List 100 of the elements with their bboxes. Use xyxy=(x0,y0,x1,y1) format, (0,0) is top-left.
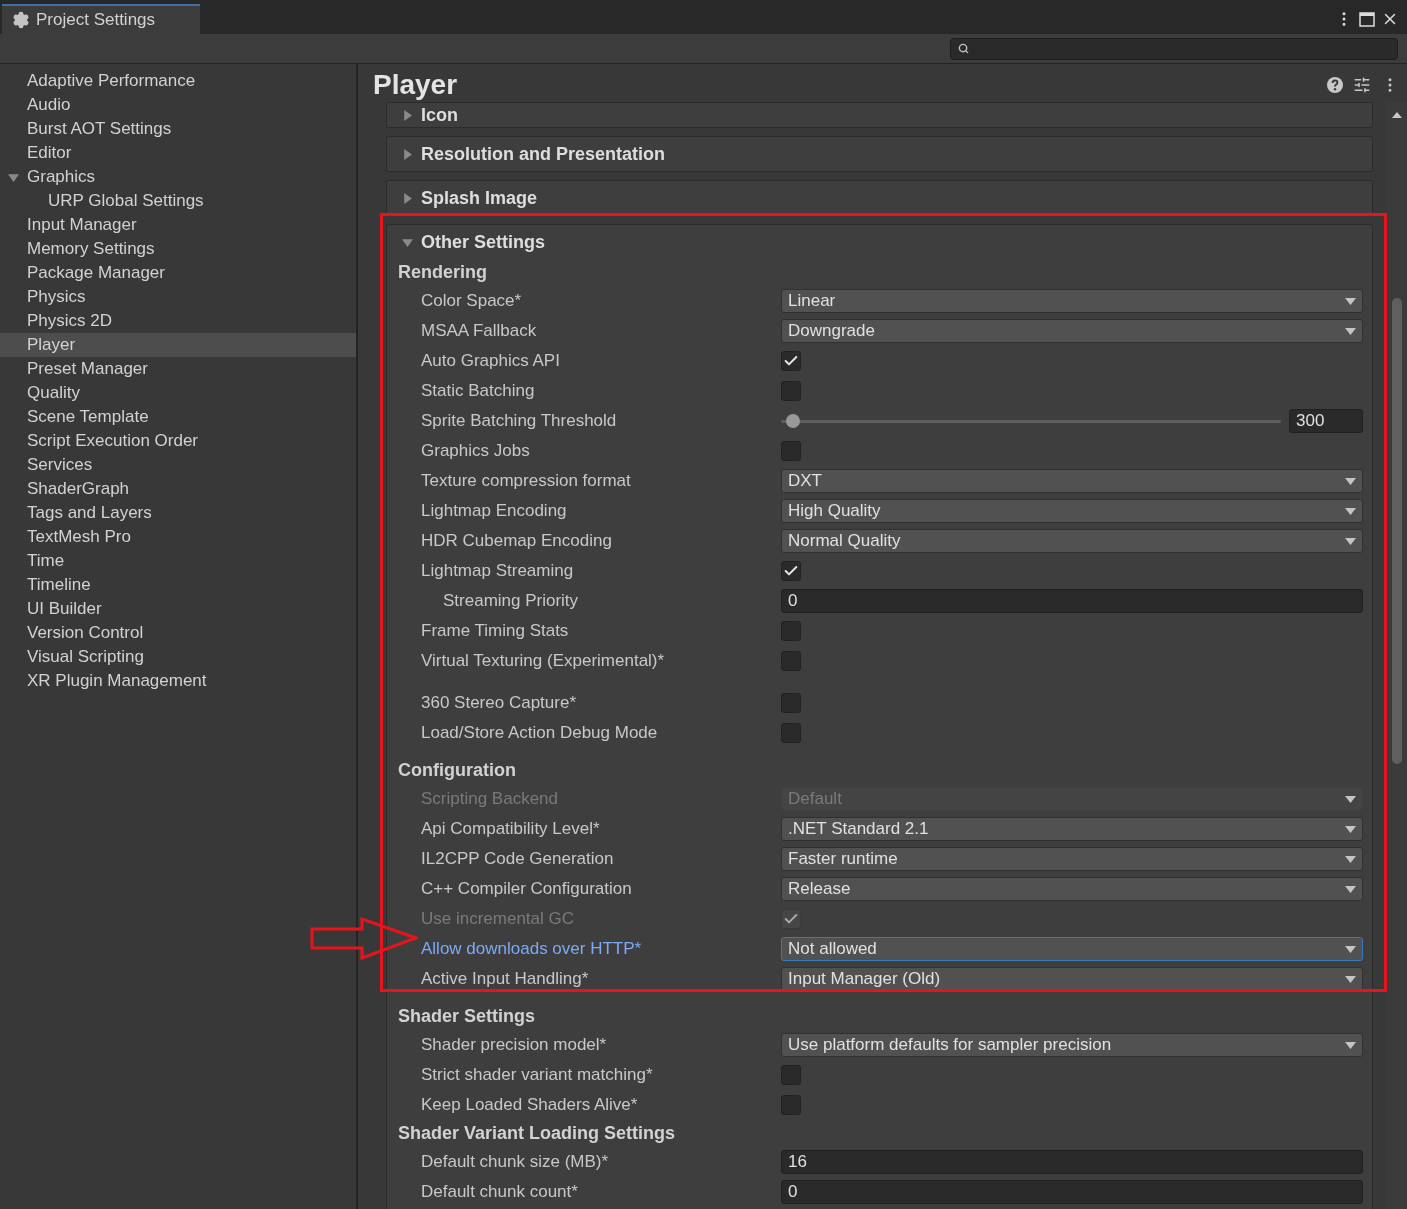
scrollbar-thumb[interactable] xyxy=(1392,298,1402,764)
sidebar-item[interactable]: Player xyxy=(0,333,356,357)
sidebar-item[interactable]: Time xyxy=(0,549,356,573)
caret-icon xyxy=(1345,795,1356,803)
expanded-arrow-icon[interactable] xyxy=(402,236,413,248)
collapsed-arrow-icon[interactable] xyxy=(402,109,413,121)
foldout-title[interactable]: Icon xyxy=(421,102,458,129)
collapsed-arrow-icon[interactable] xyxy=(402,192,413,204)
foldout-title[interactable]: Splash Image xyxy=(421,184,538,212)
caret-icon xyxy=(1345,477,1356,485)
dropdown[interactable]: Not allowed xyxy=(781,937,1363,961)
checkbox[interactable] xyxy=(781,441,801,461)
sidebar-item[interactable]: Adaptive Performance xyxy=(0,69,356,93)
dropdown[interactable]: .NET Standard 2.1 xyxy=(781,817,1363,841)
sidebar-item[interactable]: Graphics xyxy=(0,165,356,189)
sidebar-item[interactable]: TextMesh Pro xyxy=(0,525,356,549)
setting-label: Lightmap Encoding xyxy=(421,501,567,521)
sidebar-item[interactable]: Tags and Layers xyxy=(0,501,356,525)
dropdown[interactable]: Use platform defaults for sampler precision xyxy=(781,1033,1363,1057)
dropdown[interactable]: Downgrade xyxy=(781,319,1363,343)
dropdown[interactable]: Release xyxy=(781,877,1363,901)
sidebar-item[interactable]: Physics xyxy=(0,285,356,309)
setting-label: IL2CPP Code Generation xyxy=(421,849,614,869)
setting-label: HDR Cubemap Encoding xyxy=(421,531,612,551)
setting-label: Load/Store Action Debug Mode xyxy=(421,723,658,743)
dropdown[interactable]: Input Manager (Old) xyxy=(781,967,1363,991)
dropdown[interactable]: High Quality xyxy=(781,499,1363,523)
number-field[interactable]: 0 xyxy=(781,1180,1363,1204)
panel-title: Player xyxy=(373,68,458,102)
caret-icon xyxy=(1345,885,1356,893)
setting-label: Active Input Handling* xyxy=(421,969,589,989)
sidebar-item[interactable]: Scene Template xyxy=(0,405,356,429)
search-field[interactable] xyxy=(950,37,1398,60)
checkbox[interactable] xyxy=(781,693,801,713)
checkbox[interactable] xyxy=(781,381,801,401)
setting-label: Shader precision model* xyxy=(421,1035,607,1055)
checkbox[interactable] xyxy=(781,1065,801,1085)
checkbox[interactable] xyxy=(781,1095,801,1115)
checkbox[interactable] xyxy=(781,723,801,743)
setting-label: Strict shader variant matching* xyxy=(421,1065,653,1085)
collapsed-arrow-icon[interactable] xyxy=(402,148,413,160)
dropdown[interactable]: DXT xyxy=(781,469,1363,493)
dropdown[interactable]: Faster runtime xyxy=(781,847,1363,871)
foldout-title[interactable]: Other Settings xyxy=(421,228,545,256)
settings-icon xyxy=(12,11,30,29)
setting-label: Allow downloads over HTTP* xyxy=(421,939,642,959)
setting-label: Default chunk size (MB)* xyxy=(421,1152,609,1172)
sidebar-item[interactable]: Package Manager xyxy=(0,261,356,285)
expanded-arrow-icon[interactable] xyxy=(8,171,19,183)
setting-label: Scripting Backend xyxy=(421,789,559,809)
sidebar-item[interactable]: Physics 2D xyxy=(0,309,356,333)
setting-label: Graphics Jobs xyxy=(421,441,530,461)
dropdown[interactable]: Linear xyxy=(781,289,1363,313)
setting-label: Texture compression format xyxy=(421,471,631,491)
sidebar-item[interactable]: Editor xyxy=(0,141,356,165)
sidebar-item[interactable]: Script Execution Order xyxy=(0,429,356,453)
setting-label: Use incremental GC xyxy=(421,909,575,929)
sidebar-item[interactable]: UI Builder xyxy=(0,597,356,621)
sidebar-item[interactable]: ShaderGraph xyxy=(0,477,356,501)
sidebar-item[interactable]: Visual Scripting xyxy=(0,645,356,669)
checkbox[interactable] xyxy=(781,621,801,641)
checkbox[interactable] xyxy=(781,561,801,581)
group-header: Shader Settings xyxy=(398,1005,536,1028)
setting-label: Sprite Batching Threshold xyxy=(421,411,617,431)
slider[interactable] xyxy=(781,414,1281,428)
help-icon[interactable] xyxy=(1327,77,1343,93)
foldout-title[interactable]: Resolution and Presentation xyxy=(421,140,666,168)
sidebar-item[interactable]: URP Global Settings xyxy=(0,189,356,213)
caret-icon xyxy=(1345,1041,1356,1049)
sidebar-item[interactable]: Timeline xyxy=(0,573,356,597)
number-field[interactable]: 0 xyxy=(781,589,1363,613)
sidebar-item[interactable]: Quality xyxy=(0,381,356,405)
checkbox[interactable] xyxy=(781,351,801,371)
sidebar-item[interactable]: Preset Manager xyxy=(0,357,356,381)
window-tab[interactable]: Project Settings xyxy=(2,4,200,34)
sidebar-item[interactable]: Version Control xyxy=(0,621,356,645)
setting-label: Lightmap Streaming xyxy=(421,561,574,581)
caret-icon xyxy=(1345,825,1356,833)
sliders-icon[interactable] xyxy=(1353,76,1371,94)
setting-label: Keep Loaded Shaders Alive* xyxy=(421,1095,638,1115)
sidebar-item[interactable]: Memory Settings xyxy=(0,237,356,261)
setting-label: Static Batching xyxy=(421,381,535,401)
setting-label: 360 Stereo Capture* xyxy=(421,693,576,713)
sidebar-item[interactable]: Audio xyxy=(0,93,356,117)
sidebar-item[interactable]: XR Plugin Management xyxy=(0,669,356,693)
caret-icon xyxy=(1345,297,1356,305)
maximize-icon[interactable] xyxy=(1359,11,1375,27)
dropdown[interactable]: Normal Quality xyxy=(781,529,1363,553)
slider-thumb[interactable] xyxy=(785,414,800,428)
caret-icon xyxy=(1345,327,1356,335)
scroll-up-icon[interactable] xyxy=(1392,112,1402,118)
sidebar-item[interactable]: Services xyxy=(0,453,356,477)
setting-label: Api Compatibility Level* xyxy=(421,819,600,839)
sidebar-item[interactable]: Input Manager xyxy=(0,213,356,237)
group-header: Configuration xyxy=(398,759,516,782)
sidebar-item[interactable]: Burst AOT Settings xyxy=(0,117,356,141)
number-field[interactable]: 300 xyxy=(1289,409,1363,433)
number-field[interactable]: 16 xyxy=(781,1150,1363,1174)
setting-label: Color Space* xyxy=(421,291,522,311)
checkbox[interactable] xyxy=(781,651,801,671)
